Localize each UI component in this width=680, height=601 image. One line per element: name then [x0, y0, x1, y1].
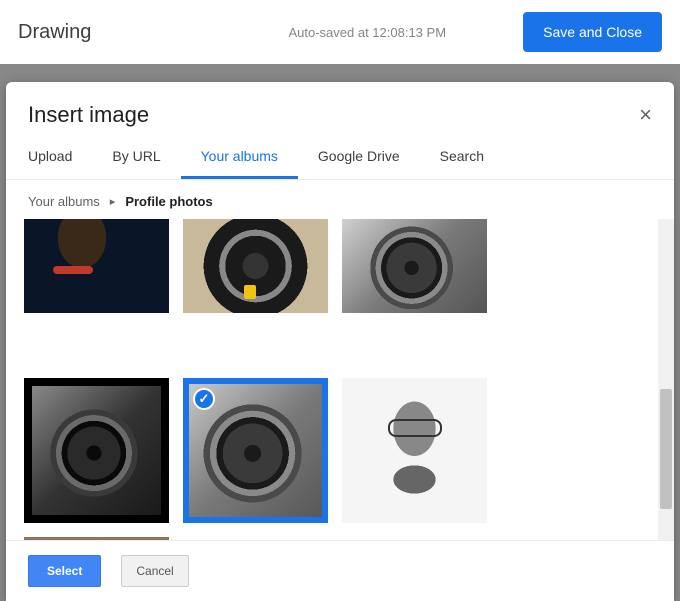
breadcrumb-current: Profile photos — [125, 194, 212, 209]
grid-spacer — [501, 378, 646, 523]
breadcrumb: Your albums ▸ Profile photos — [6, 180, 674, 219]
autosave-status: Auto-saved at 12:08:13 PM — [288, 25, 446, 40]
modal-header: Insert image × — [6, 82, 674, 138]
photo-thumb[interactable] — [24, 378, 169, 523]
photo-grid: ✓ — [6, 219, 658, 540]
modal-footer: Select Cancel — [6, 540, 674, 601]
close-icon[interactable]: × — [639, 102, 652, 128]
drawing-title: Drawing — [18, 21, 91, 44]
photo-thumb[interactable] — [24, 537, 169, 540]
select-button[interactable]: Select — [28, 555, 101, 587]
content-area: ✓ — [6, 219, 674, 540]
scrollbar-thumb[interactable] — [660, 389, 672, 509]
tab-upload[interactable]: Upload — [28, 138, 92, 179]
tab-google-drive[interactable]: Google Drive — [298, 138, 420, 179]
chevron-right-icon: ▸ — [110, 195, 116, 208]
modal-tabs: Upload By URL Your albums Google Drive S… — [6, 138, 674, 180]
cancel-button[interactable]: Cancel — [121, 555, 188, 587]
grid-spacer — [501, 219, 646, 313]
photo-thumb[interactable] — [183, 219, 328, 313]
photo-thumb[interactable] — [24, 219, 169, 313]
save-and-close-button[interactable]: Save and Close — [523, 12, 662, 52]
scrollbar[interactable] — [658, 219, 674, 540]
photo-thumb[interactable] — [342, 219, 487, 313]
tab-your-albums[interactable]: Your albums — [181, 138, 298, 179]
photo-thumb[interactable] — [342, 378, 487, 523]
tab-by-url[interactable]: By URL — [92, 138, 180, 179]
drawing-topbar: Drawing Auto-saved at 12:08:13 PM Save a… — [0, 0, 680, 64]
insert-image-modal: Insert image × Upload By URL Your albums… — [6, 82, 674, 601]
tab-search[interactable]: Search — [420, 138, 504, 179]
checkmark-icon: ✓ — [193, 388, 215, 410]
modal-title: Insert image — [28, 102, 149, 128]
breadcrumb-root[interactable]: Your albums — [28, 194, 100, 209]
photo-thumb-selected[interactable]: ✓ — [183, 378, 328, 523]
